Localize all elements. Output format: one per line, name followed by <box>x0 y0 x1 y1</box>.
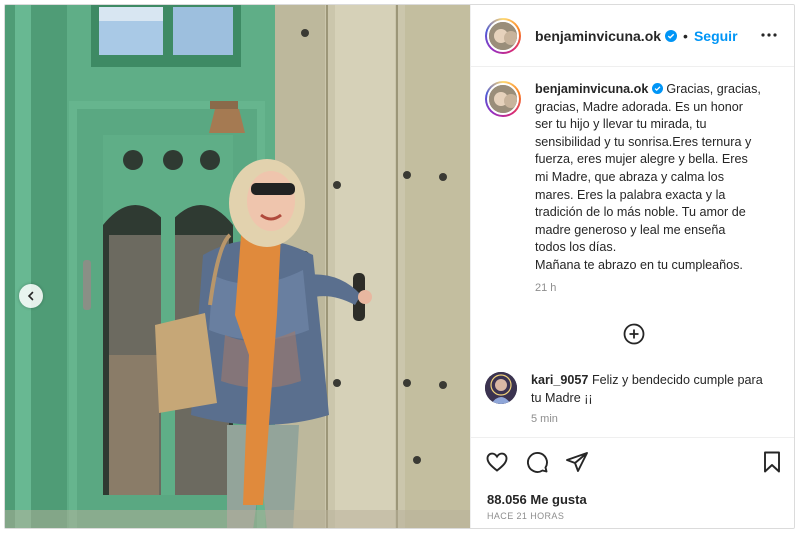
comments-area: benjaminvicuna.ok Gracias, gracias, grac… <box>471 67 794 437</box>
caption-line: fuerza, eres mujer alegre y bella. Eres <box>535 152 748 167</box>
caption-line: gracias, Madre adorada. Es un honor <box>535 99 743 114</box>
photo-image <box>5 5 470 528</box>
post-age: HACE 21 HORAS <box>487 511 565 521</box>
caption-line: Gracias, gracias, <box>666 82 761 96</box>
bookmark-icon[interactable] <box>761 450 783 474</box>
commenter-avatar[interactable] <box>485 372 517 404</box>
comment-icon[interactable] <box>525 450 549 474</box>
comment-timestamp: 5 min <box>531 413 558 426</box>
author-avatar[interactable] <box>485 17 521 54</box>
comment-body: Feliz y bendecido cumple para <box>591 373 763 387</box>
caption-author-avatar[interactable] <box>485 81 521 117</box>
commenter-username[interactable]: kari_9057 <box>531 373 588 387</box>
follow-button[interactable]: Seguir <box>694 28 738 44</box>
likes-count[interactable]: 88.056 Me gusta <box>487 492 587 507</box>
caption-line: mares. Eres la palabra exacta y la <box>535 187 726 202</box>
caption-username[interactable]: benjaminvicuna.ok <box>535 82 648 96</box>
share-icon[interactable] <box>565 450 589 474</box>
author-username[interactable]: benjaminvicuna.ok <box>535 28 661 44</box>
caption: benjaminvicuna.ok Gracias, gracias, grac… <box>485 81 785 297</box>
post-side-panel: benjaminvicuna.ok • Seguir benjaminvicun… <box>470 5 794 528</box>
add-comment-icon[interactable] <box>623 323 645 350</box>
caption-line: mi Madre, que abraza y calma los <box>535 169 724 184</box>
verified-badge-icon <box>651 83 663 94</box>
separator-dot: • <box>683 27 688 44</box>
carousel-prev-button[interactable] <box>19 284 43 308</box>
chevron-left-icon <box>26 291 36 301</box>
heart-icon[interactable] <box>485 450 509 474</box>
caption-line: ser tu hijo y llevar tu mirada, tu <box>535 117 707 132</box>
instagram-post-window: benjaminvicuna.ok • Seguir benjaminvicun… <box>4 4 795 529</box>
comment-body-continued: tu Madre ¡¡ <box>531 390 593 405</box>
verified-badge-icon <box>665 29 678 42</box>
caption-timestamp: 21 h <box>535 281 557 294</box>
comment-item: kari_9057 Feliz y bendecido cumple para … <box>485 372 785 429</box>
caption-line: Mañana te abrazo en tu cumpleaños. <box>535 257 743 272</box>
caption-line: todos los días. <box>535 240 617 255</box>
caption-line: sensibilidad y tu sonrisa.Eres ternura y <box>535 134 752 149</box>
comment-text: kari_9057 Feliz y bendecido cumple para … <box>531 372 779 429</box>
caption-line: tradición de lo más noble. Tu amor de <box>535 205 746 220</box>
post-photo[interactable] <box>5 5 470 528</box>
post-header: benjaminvicuna.ok • Seguir <box>471 5 794 67</box>
caption-line: madre generoso y leal me enseña <box>535 222 726 237</box>
more-options-icon[interactable] <box>761 27 777 48</box>
post-actions: 88.056 Me gusta HACE 21 HORAS <box>471 437 794 528</box>
caption-text: benjaminvicuna.ok Gracias, gracias, grac… <box>535 81 785 297</box>
